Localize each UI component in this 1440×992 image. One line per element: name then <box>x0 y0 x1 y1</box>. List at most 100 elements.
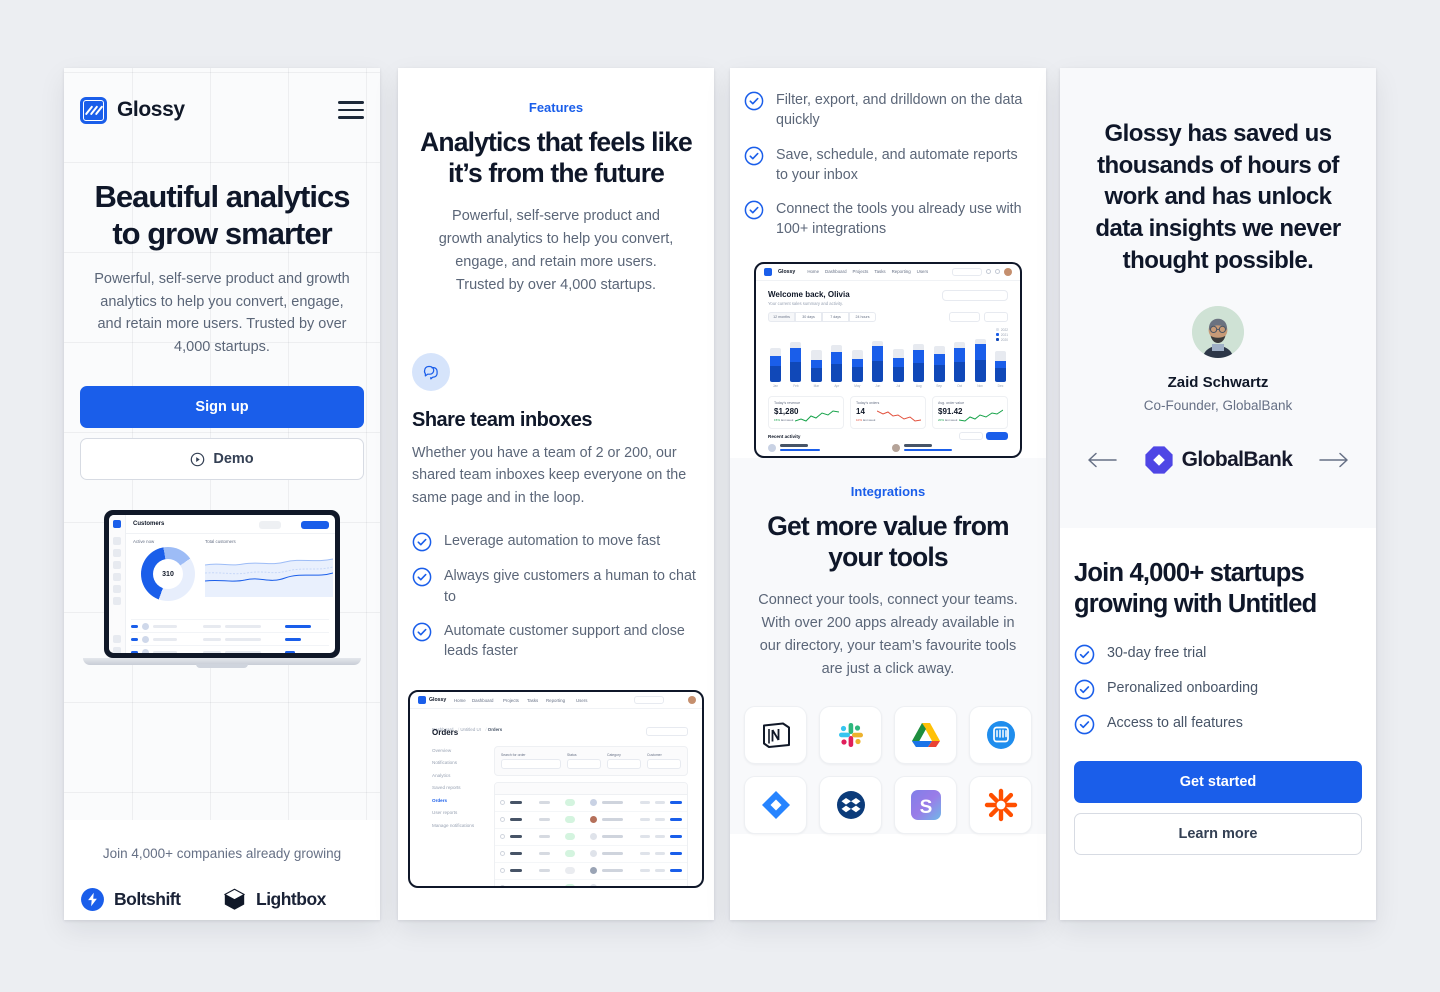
welcome-subtitle: Your current sales summary and activity. <box>768 300 843 306</box>
play-circle-icon <box>191 452 205 467</box>
hamburger-menu-icon[interactable] <box>338 101 364 119</box>
sidebar-item[interactable]: Manage notifications <box>432 823 484 828</box>
feature-title: Share team inboxes <box>412 408 592 431</box>
sidebar-item[interactable]: Saved reports <box>432 785 484 790</box>
list-item-label: Automate customer support and close lead… <box>444 622 685 660</box>
integration-google-drive[interactable] <box>894 706 957 765</box>
arrow-right-icon[interactable] <box>1318 451 1350 469</box>
hero-subhead: Powerful, self-serve product and growth … <box>94 271 350 355</box>
category-select[interactable] <box>607 758 641 769</box>
mock-add-customer-button[interactable] <box>301 520 329 529</box>
mock-nav-link[interactable]: Users <box>917 269 928 274</box>
tab-24-hours[interactable]: 24 hours <box>849 311 876 322</box>
sidebar-item[interactable]: Analytics <box>432 773 484 778</box>
bar-group: Dec <box>994 350 1006 388</box>
company-name: Lightbox <box>256 889 326 909</box>
download-button[interactable] <box>959 431 983 440</box>
mock-upgrade-button[interactable] <box>634 696 664 705</box>
mock-nav-link[interactable]: Dashboard <box>825 269 846 274</box>
dashboard-actions <box>949 311 1008 322</box>
laptop-notch <box>196 664 248 669</box>
brand[interactable]: Glossy <box>80 96 185 124</box>
integration-zapier[interactable] <box>969 776 1032 835</box>
company-logo-boltshift: Boltshift <box>80 887 222 912</box>
sign-up-button[interactable]: Sign up <box>80 386 364 429</box>
list-item: Leverage automation to move fast <box>412 531 700 552</box>
filters-button[interactable] <box>984 311 1008 322</box>
check-circle-icon <box>1074 644 1095 665</box>
donut-value: 310 <box>162 570 174 578</box>
table-row[interactable] <box>495 846 687 863</box>
avatar[interactable] <box>1004 267 1012 276</box>
cta-headline: Join 4,000+ startups growing with Untitl… <box>1074 559 1317 618</box>
table-row[interactable] <box>495 863 687 880</box>
mock-nav-link[interactable]: Reporting <box>546 698 565 703</box>
select-dates-button[interactable] <box>949 311 980 322</box>
mock-import-button[interactable] <box>259 520 281 529</box>
mock-nav-link[interactable]: Projects <box>503 698 519 703</box>
tab-7-days[interactable]: 7 days <box>822 311 849 322</box>
mock-brand: Glossy <box>429 697 447 704</box>
customer-select[interactable] <box>647 758 681 769</box>
mock-upgrade-button[interactable] <box>952 267 982 276</box>
integration-notion[interactable] <box>744 706 807 765</box>
mock-logo-icon <box>764 267 772 276</box>
demo-button[interactable]: Demo <box>80 438 364 481</box>
integration-intercom[interactable] <box>969 706 1032 765</box>
table-row[interactable] <box>495 795 687 812</box>
list-item: Peronalized onboarding <box>1074 678 1362 700</box>
mock-card2-label: Total customers <box>205 539 236 545</box>
mock-nav-link[interactable]: Tasks <box>874 269 885 274</box>
search-input[interactable] <box>942 289 1008 301</box>
status-select[interactable] <box>567 758 601 769</box>
sidebar-item-orders[interactable]: Orders <box>432 798 484 803</box>
tab-30-days[interactable]: 30 days <box>795 311 822 322</box>
mock-nav-link[interactable]: Users <box>576 698 587 703</box>
integration-dropbox[interactable] <box>819 776 882 835</box>
get-started-button[interactable]: Get started <box>1074 761 1362 804</box>
list-item: Save, schedule, and automate reports to … <box>744 145 1032 186</box>
table-row[interactable] <box>495 880 687 886</box>
breadcrumb: Dashboard / Untitled UI / Orders <box>432 726 503 732</box>
breadcrumb-item[interactable]: Orders <box>488 727 502 732</box>
learn-more-button[interactable]: Learn more <box>1074 813 1362 856</box>
list-item <box>768 443 884 452</box>
avatar[interactable] <box>688 696 696 705</box>
svg-text:S: S <box>919 797 932 818</box>
view-all-button[interactable] <box>986 431 1008 440</box>
mock-logo-icon <box>418 696 426 705</box>
benefits-checklist: Filter, export, and drilldown on the dat… <box>744 90 1032 240</box>
sidebar-item[interactable]: User reports <box>432 810 484 815</box>
area-line-chart <box>205 558 333 598</box>
table-row[interactable] <box>495 812 687 829</box>
integration-slack[interactable] <box>819 706 882 765</box>
table-row <box>131 645 329 654</box>
integration-jira[interactable] <box>744 776 807 835</box>
mock-nav-link[interactable]: Home <box>454 698 466 703</box>
breadcrumb-item[interactable]: Untitled UI <box>460 727 481 732</box>
arrow-left-icon[interactable] <box>1086 451 1118 469</box>
mock-nav-link[interactable]: Projects <box>853 269 869 274</box>
check-circle-icon <box>744 91 764 111</box>
integration-sketch[interactable]: S <box>894 776 957 835</box>
sidebar-item[interactable]: Notifications <box>432 760 484 765</box>
sidebar-item[interactable]: Overview <box>432 748 484 753</box>
tab-12-months[interactable]: 12 months <box>768 311 795 322</box>
company-logo-lightbox: Lightbox <box>222 887 364 912</box>
sketch-icon: S <box>910 790 941 821</box>
bell-icon[interactable] <box>995 269 1000 275</box>
mock-nav-link[interactable]: Home <box>807 269 819 274</box>
bar-group: Feb <box>790 341 802 388</box>
gear-icon[interactable] <box>986 269 991 275</box>
check-circle-icon <box>412 622 432 642</box>
lightbox-logo-icon <box>224 888 245 910</box>
feature-checklist: Leverage automation to move fast Always … <box>412 531 700 661</box>
customers-dashboard-mock: Customers Active now Total customers 310 <box>109 515 335 654</box>
mock-nav-link[interactable]: Reporting <box>892 269 911 274</box>
bar-group: Sep <box>933 345 945 388</box>
globalbank-logo-icon <box>1145 446 1173 474</box>
mock-download-all-button[interactable] <box>646 726 688 736</box>
table-row[interactable] <box>495 829 687 846</box>
mock-nav-link[interactable]: Tasks <box>527 698 538 703</box>
mock-nav-link[interactable]: Dashboard <box>472 698 493 703</box>
